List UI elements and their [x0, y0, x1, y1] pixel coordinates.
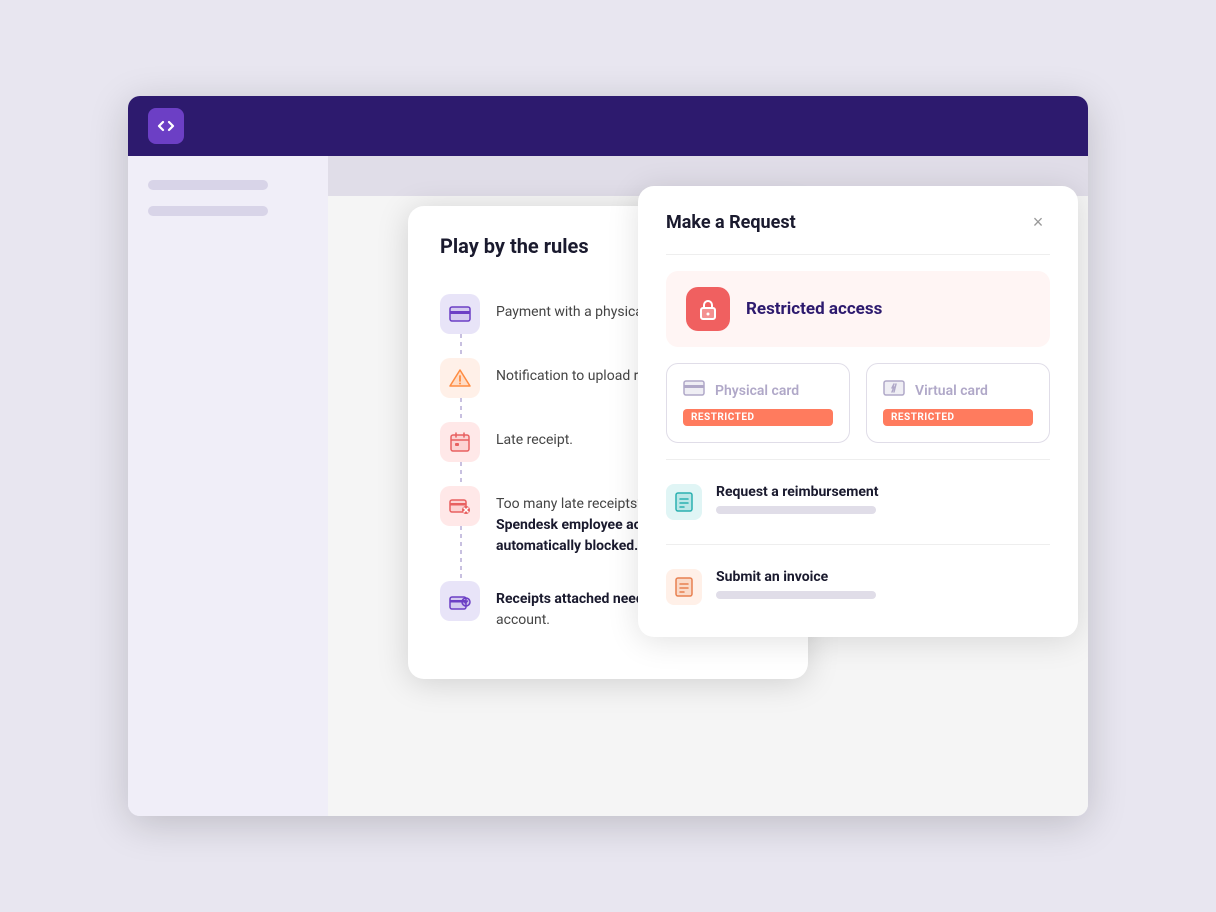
rule-icon-unlock [440, 581, 480, 621]
top-bar [128, 96, 1088, 156]
content-area: Play by the rules × Payment w [328, 156, 1088, 816]
physical-card-restricted-badge: RESTRICTED [683, 409, 833, 426]
virtual-card-top: Virtual card [883, 380, 1033, 401]
reimbursement-title: Request a reimbursement [716, 484, 1050, 500]
invoice-bar [716, 591, 876, 599]
invoice-title: Submit an invoice [716, 569, 1050, 585]
main-area: Play by the rules × Payment w [128, 156, 1088, 816]
lock-icon [686, 287, 730, 331]
reimbursement-bar [716, 506, 876, 514]
invoice-icon [666, 569, 702, 605]
virtual-card-name: Virtual card [915, 383, 988, 399]
divider-mid [666, 459, 1050, 460]
rule-icon-calendar [440, 422, 480, 462]
restricted-access-label: Restricted access [746, 299, 882, 319]
sidebar-bar-1 [148, 180, 268, 190]
reimbursement-icon [666, 484, 702, 520]
virtual-card-restricted-badge: RESTRICTED [883, 409, 1033, 426]
physical-card-name: Physical card [715, 383, 799, 399]
logo-icon [148, 108, 184, 144]
physical-card-option[interactable]: Physical card RESTRICTED [666, 363, 850, 443]
restricted-banner: Restricted access [666, 271, 1050, 347]
sidebar [128, 156, 328, 816]
modal-request-title: Make a Request [666, 212, 796, 233]
sidebar-bar-2 [148, 206, 268, 216]
invoice-option[interactable]: Submit an invoice [666, 561, 1050, 613]
physical-card-top: Physical card [683, 380, 833, 401]
rule-icon-blocked [440, 486, 480, 526]
card-options: Physical card RESTRICTED [666, 363, 1050, 443]
virtual-card-icon [883, 380, 905, 401]
rule-text-late: Late receipt. [496, 422, 573, 451]
modal-request-close-button[interactable]: × [1026, 210, 1050, 234]
modal-request: Make a Request × Restricted access [638, 186, 1078, 637]
invoice-content: Submit an invoice [716, 569, 1050, 599]
virtual-card-option[interactable]: Virtual card RESTRICTED [866, 363, 1050, 443]
rule-icon-warning [440, 358, 480, 398]
reimbursement-content: Request a reimbursement [716, 484, 1050, 514]
reimbursement-option[interactable]: Request a reimbursement [666, 476, 1050, 528]
rule-icon-card [440, 294, 480, 334]
divider-bottom [666, 544, 1050, 545]
modal-rules-title: Play by the rules [440, 234, 589, 258]
physical-card-icon [683, 380, 705, 401]
app-container: Play by the rules × Payment w [128, 96, 1088, 816]
divider-top [666, 254, 1050, 255]
modal-request-header: Make a Request × [666, 210, 1050, 234]
